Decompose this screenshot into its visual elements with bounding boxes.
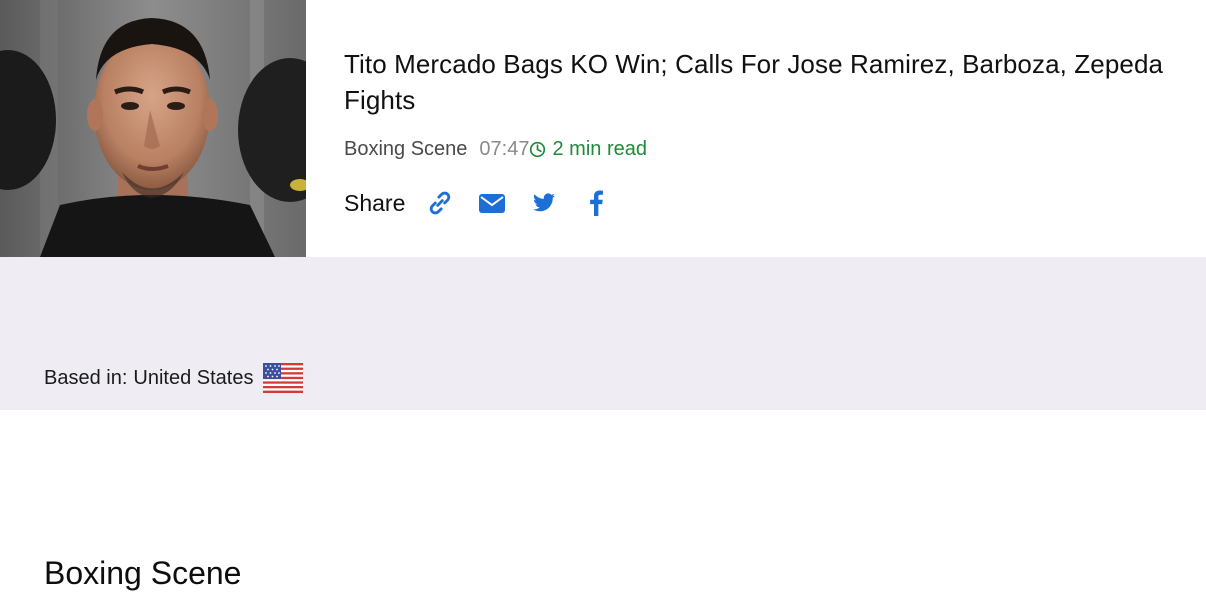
country-name: United States xyxy=(133,366,254,389)
facebook-icon xyxy=(590,190,604,216)
facebook-share-button[interactable] xyxy=(581,188,611,218)
share-bar: Share xyxy=(344,186,633,220)
read-time-label: 2 min read xyxy=(552,137,647,160)
us-flag-icon xyxy=(263,363,304,393)
publisher-name[interactable]: Boxing Scene xyxy=(44,553,241,593)
link-icon xyxy=(430,191,451,215)
boxer-portrait-image xyxy=(0,0,306,257)
email-share-button[interactable] xyxy=(477,188,507,218)
read-time: 2 min read xyxy=(529,138,647,161)
envelope-icon xyxy=(479,194,506,213)
article-meta: Boxing Scene 07:47 2 min read xyxy=(344,136,647,162)
article-headline[interactable]: Tito Mercado Bags KO Win; Calls For Jose… xyxy=(344,46,1164,118)
article-card[interactable]: Tito Mercado Bags KO Win; Calls For Jose… xyxy=(0,0,1206,257)
article-thumbnail[interactable] xyxy=(0,0,306,257)
twitter-share-button[interactable] xyxy=(529,188,559,218)
share-label: Share xyxy=(344,189,406,216)
article-source[interactable]: Boxing Scene xyxy=(344,138,467,161)
copy-link-button[interactable] xyxy=(425,188,455,218)
publisher-panel: Boxing Scene Based in: United States xyxy=(0,257,1206,591)
publisher-location: Based in: United States xyxy=(44,363,304,393)
clock-icon xyxy=(529,141,546,158)
twitter-icon xyxy=(533,193,556,212)
based-in-label: Based in: xyxy=(44,366,128,389)
article-time: 07:47 xyxy=(479,137,530,160)
